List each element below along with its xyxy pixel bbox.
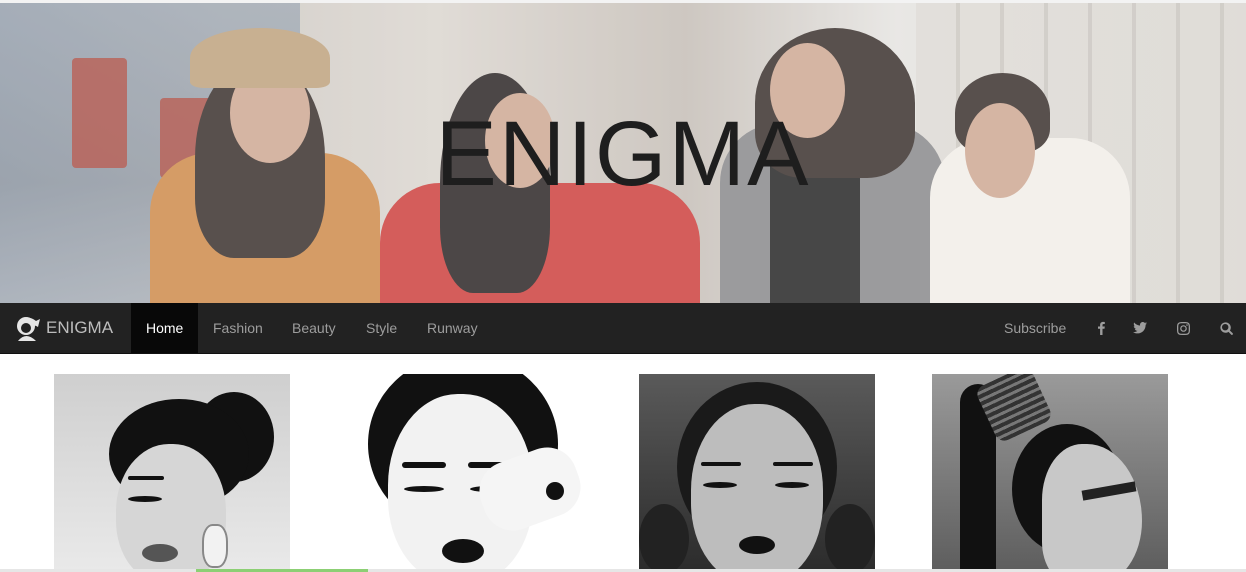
gallery-thumb-4[interactable]: [932, 374, 1168, 570]
ring: [546, 482, 564, 500]
earring: [202, 524, 228, 568]
hair-side: [825, 504, 875, 570]
brow: [128, 476, 164, 480]
lips: [142, 544, 178, 562]
instagram-icon[interactable]: [1177, 303, 1190, 353]
hair-side: [639, 504, 689, 570]
facebook-icon[interactable]: [1095, 303, 1107, 353]
gallery-thumb-1[interactable]: [54, 374, 290, 570]
subscribe-link[interactable]: Subscribe: [1004, 303, 1066, 353]
lips: [442, 539, 484, 563]
eye: [775, 482, 809, 488]
lips: [739, 536, 775, 554]
gallery-thumb-3[interactable]: [639, 374, 875, 570]
brow: [773, 462, 813, 466]
nav-fashion[interactable]: Fashion: [198, 303, 278, 353]
nav-style[interactable]: Style: [351, 303, 412, 353]
brand-name: ENIGMA: [46, 318, 114, 337]
hero-title: ENIGMA: [435, 103, 811, 205]
gallery-thumb-2[interactable]: [350, 374, 586, 570]
twitter-icon[interactable]: [1133, 303, 1147, 353]
brand-logo-icon: [17, 317, 40, 341]
eye: [128, 496, 162, 502]
search-icon[interactable]: [1220, 303, 1233, 353]
brand-link[interactable]: ENIGMA: [14, 303, 113, 353]
navbar: ENIGMA Home Fashion Beauty Style Runway …: [0, 303, 1246, 354]
eye: [404, 486, 444, 492]
nav-beauty[interactable]: Beauty: [277, 303, 351, 353]
face: [1042, 444, 1142, 570]
nav-runway[interactable]: Runway: [412, 303, 493, 353]
brow: [402, 462, 446, 468]
hero-banner: ENIGMA: [0, 3, 1246, 303]
nav-home[interactable]: Home: [131, 303, 199, 353]
eye: [703, 482, 737, 488]
brow: [701, 462, 741, 466]
